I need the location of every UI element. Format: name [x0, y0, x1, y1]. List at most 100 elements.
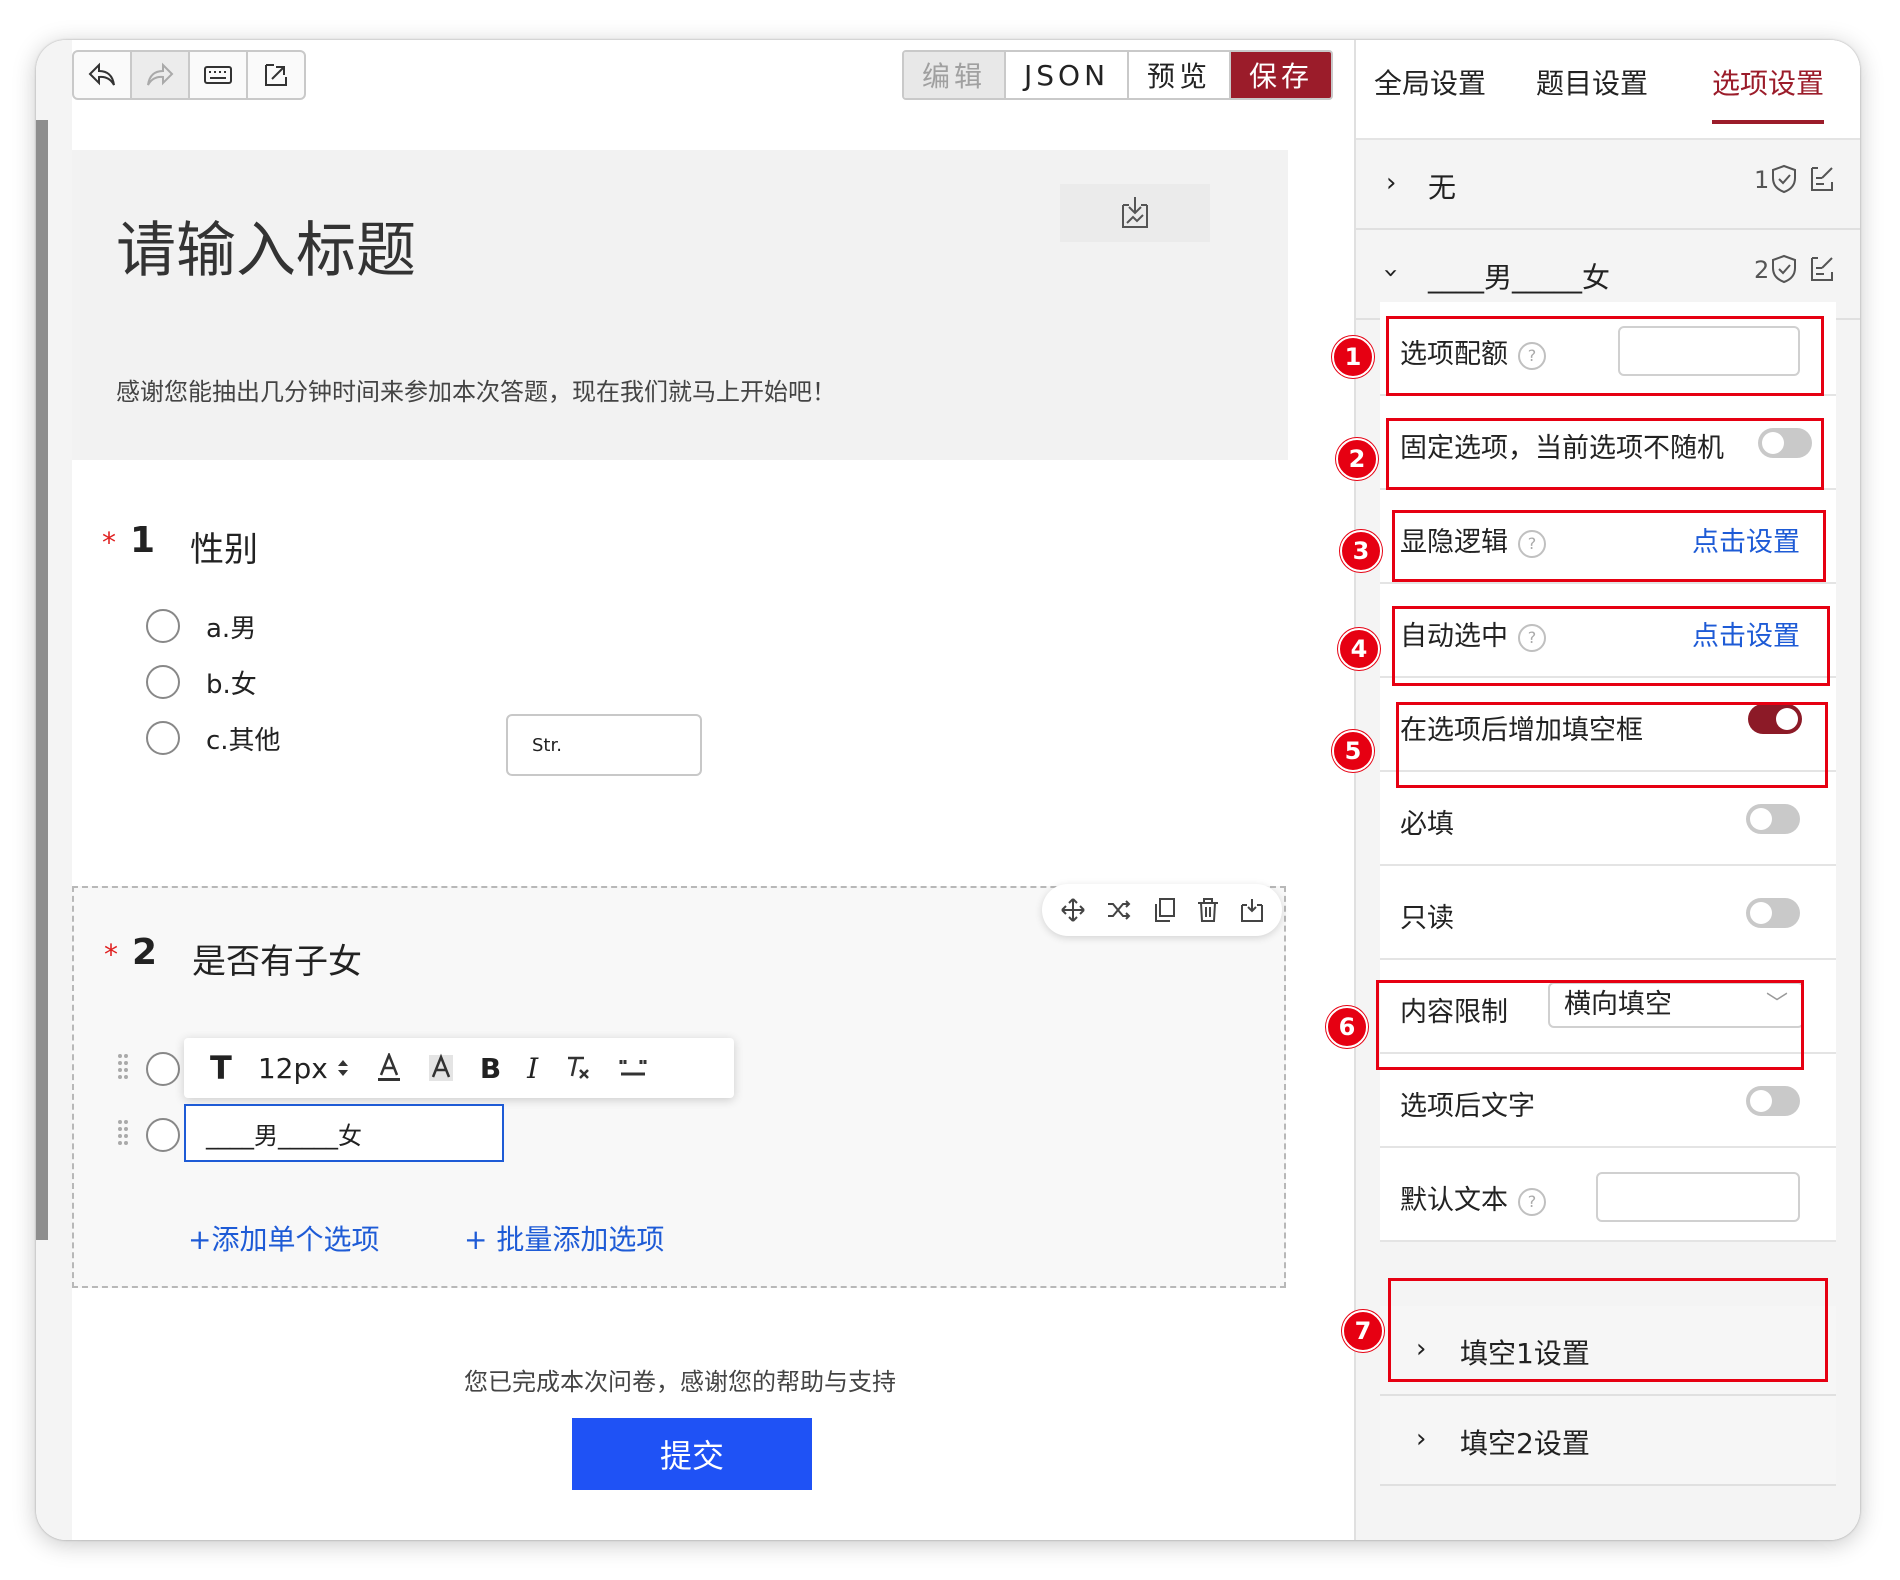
readonly-toggle[interactable]	[1746, 898, 1800, 928]
after-text-toggle[interactable]	[1746, 1086, 1800, 1116]
tab-option-settings[interactable]: 选项设置	[1712, 62, 1825, 124]
highlight-button[interactable]	[428, 1053, 454, 1083]
keyboard-button[interactable]	[190, 52, 248, 98]
question-number: 1	[130, 520, 156, 561]
mode-toolbar: 编辑 JSON 预览 保存	[902, 50, 1334, 100]
chevron-down-icon: ›	[1376, 267, 1407, 279]
option-label: c.其他	[206, 725, 281, 756]
help-icon[interactable]: ?	[1518, 1187, 1546, 1216]
required-star: *	[104, 938, 118, 971]
question-number: 2	[132, 932, 158, 973]
radio-button[interactable]	[146, 665, 180, 699]
edit-note-icon[interactable]	[1808, 254, 1836, 284]
move-icon[interactable]	[1060, 897, 1086, 923]
export-icon[interactable]	[1240, 897, 1264, 923]
default-text-input[interactable]	[1596, 1172, 1800, 1222]
annotation-box-2	[1386, 418, 1824, 490]
bold-button[interactable]: B	[480, 1052, 501, 1085]
copy-icon[interactable]	[1152, 897, 1176, 923]
export-header-button[interactable]	[1060, 184, 1210, 242]
import-button[interactable]	[248, 52, 304, 98]
quote-blank-icon	[619, 1060, 647, 1076]
required-toggle[interactable]	[1746, 804, 1800, 834]
annotation-badge-5: 5	[1332, 730, 1374, 772]
option-c[interactable]: c.其他 Str.	[146, 714, 866, 776]
radio-button[interactable]	[146, 609, 180, 643]
undo-button[interactable]	[74, 52, 132, 98]
completion-text[interactable]: 您已完成本次问卷，感谢您的帮助与支持	[72, 1362, 1288, 1397]
annotation-box-4	[1392, 606, 1830, 686]
save-button[interactable]: 保存	[1231, 52, 1332, 98]
up-down-icon	[337, 1060, 348, 1076]
question-header: * 1 性别	[72, 520, 1288, 580]
app-window: 编辑 JSON 预览 保存 请输入标题 感谢您能抽出几分钟时间来参加本次答题，现…	[36, 40, 1860, 1540]
drag-handle-icon[interactable]	[116, 1118, 130, 1148]
import-icon	[265, 64, 287, 86]
tab-question-settings[interactable]: 题目设置	[1536, 62, 1648, 120]
default-text-label: 默认文本?	[1400, 1178, 1546, 1217]
font-size-select[interactable]: 12px	[258, 1052, 350, 1085]
option-edit-input[interactable]: ____男_____女	[184, 1104, 504, 1162]
font-color-icon	[377, 1053, 400, 1081]
tab-global-settings[interactable]: 全局设置	[1374, 62, 1486, 120]
drag-handle-icon[interactable]	[116, 1052, 130, 1082]
annotation-box-5	[1396, 702, 1828, 788]
option-label: b.女	[206, 669, 257, 700]
annotation-badge-3: 3	[1340, 530, 1382, 572]
submit-button[interactable]: 提交	[572, 1418, 812, 1490]
batch-add-options-link[interactable]: + 批量添加选项	[464, 1218, 664, 1258]
format-toolbar: T 12px B I	[184, 1038, 734, 1098]
text-style-button[interactable]: T	[210, 1049, 232, 1087]
option-group-1[interactable]: › 无 1	[1356, 140, 1860, 230]
question-actions	[1042, 884, 1282, 936]
clear-format-button[interactable]	[564, 1054, 592, 1082]
italic-button[interactable]: I	[527, 1052, 538, 1085]
fill-blank-button[interactable]	[618, 1056, 648, 1080]
chevron-right-icon: ›	[1416, 1424, 1427, 1454]
json-mode-button[interactable]: JSON	[1006, 52, 1130, 98]
option-group-label: 无	[1428, 171, 1457, 204]
annotation-badge-4: 4	[1338, 628, 1380, 670]
shield-check-icon[interactable]	[1770, 164, 1798, 194]
fill-2-settings[interactable]: › 填空2设置	[1380, 1396, 1836, 1486]
option-a[interactable]: a.男	[146, 606, 256, 646]
survey-canvas: 请输入标题 感谢您能抽出几分钟时间来参加本次答题，现在我们就马上开始吧！ * 1…	[72, 100, 1336, 1540]
annotation-box-7	[1388, 1278, 1828, 1382]
radio-button[interactable]	[146, 1118, 180, 1152]
other-fill-input[interactable]: Str.	[506, 714, 702, 776]
edit-note-icon[interactable]	[1808, 164, 1836, 194]
survey-description[interactable]: 感谢您能抽出几分钟时间来参加本次答题，现在我们就马上开始吧！	[116, 372, 836, 407]
edit-mode-button[interactable]: 编辑	[904, 52, 1007, 98]
export-icon	[1122, 197, 1148, 228]
redo-button[interactable]	[132, 52, 190, 98]
highlight-icon	[428, 1053, 453, 1081]
delete-icon[interactable]	[1196, 897, 1220, 923]
radio-button[interactable]	[146, 1052, 180, 1086]
fill-2-label: 填空2设置	[1460, 1427, 1590, 1460]
preview-button[interactable]: 预览	[1129, 52, 1232, 98]
shield-check-icon[interactable]	[1770, 254, 1798, 284]
question-title[interactable]: 是否有子女	[192, 934, 362, 983]
question-1[interactable]: * 1 性别 a.男 b.女 c.其他 Str.	[72, 520, 1288, 776]
annotation-badge-6: 6	[1326, 1006, 1368, 1048]
annotation-badge-2: 2	[1336, 438, 1378, 480]
font-color-button[interactable]	[376, 1053, 402, 1083]
font-size-value: 12px	[257, 1051, 328, 1085]
add-single-option-link[interactable]: +添加单个选项	[188, 1218, 379, 1258]
scroll-track[interactable]	[36, 120, 48, 1240]
survey-title[interactable]: 请输入标题	[116, 202, 416, 289]
question-title[interactable]: 性别	[190, 522, 258, 571]
option-b[interactable]: b.女	[146, 662, 257, 702]
undo-icon	[88, 62, 115, 86]
annotation-box-3	[1392, 510, 1826, 582]
option-group-count: 1	[1754, 166, 1770, 194]
after-text-label: 选项后文字	[1400, 1091, 1535, 1122]
settings-tabs: 全局设置 题目设置 选项设置	[1356, 40, 1860, 140]
radio-button[interactable]	[146, 721, 180, 755]
annotation-box-6	[1376, 980, 1804, 1070]
redo-icon	[147, 62, 174, 86]
required-label: 必填	[1400, 809, 1454, 840]
shuffle-icon[interactable]	[1106, 897, 1132, 923]
option-group-count: 2	[1754, 256, 1770, 284]
question-2[interactable]: * 2 是否有子女 T 12px B I ____男_____女 +添加单个选项…	[72, 884, 1286, 1288]
